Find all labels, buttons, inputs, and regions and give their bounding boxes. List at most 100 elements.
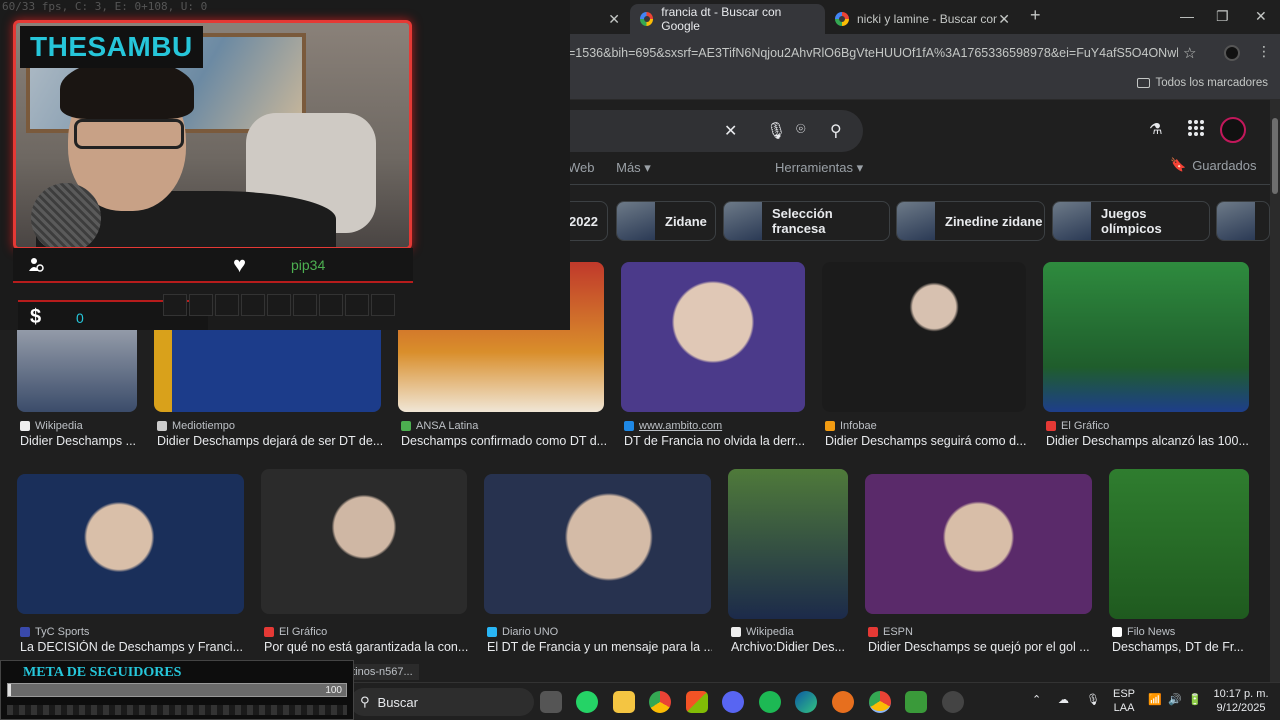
profile-icon[interactable] — [1224, 45, 1240, 61]
tray-chevron-icon[interactable]: ⌃ — [1032, 693, 1041, 707]
result-image[interactable] — [728, 469, 848, 619]
result-caption[interactable]: Por qué no está garantizada la con... — [264, 640, 469, 654]
source-label: Filo News — [1127, 626, 1176, 638]
result-image[interactable] — [1109, 469, 1249, 619]
result-image[interactable] — [865, 474, 1092, 614]
result-source[interactable]: Wikipedia — [20, 420, 83, 432]
streamer-hair — [60, 59, 194, 119]
bookmark-star-icon[interactable]: ☆ — [1183, 44, 1196, 62]
result-source[interactable]: ANSA Latina — [401, 420, 478, 432]
result-source[interactable]: Wikipedia — [731, 626, 794, 638]
el-grafico-icon — [264, 627, 274, 637]
search-box[interactable]: ✕ 🎙 ⌾ ⚲ — [560, 110, 863, 152]
result-caption[interactable]: Archivo:Didier Des... — [731, 640, 849, 654]
labs-icon[interactable]: ⚗ — [1149, 120, 1162, 138]
lens-icon[interactable]: ⌾ — [796, 121, 806, 139]
search-icon[interactable]: ⚲ — [830, 121, 842, 141]
result-source[interactable]: El Gráfico — [1046, 420, 1109, 432]
result-caption[interactable]: El DT de Francia y un mensaje para la ..… — [487, 640, 712, 654]
spotify-icon[interactable] — [759, 691, 781, 713]
close-window-button[interactable]: ✕ — [1255, 8, 1267, 25]
account-avatar[interactable] — [1220, 117, 1246, 143]
menu-icon[interactable]: ⋮ — [1257, 43, 1271, 60]
result-caption[interactable]: Didier Deschamps dejará de ser DT de... — [157, 434, 382, 448]
edge-icon[interactable] — [795, 691, 817, 713]
result-image[interactable] — [17, 474, 244, 614]
discord-icon[interactable] — [722, 691, 744, 713]
url-field[interactable]: =1536&bih=695&sxsrf=AE3TifN6Nqjou2AhvRlO… — [568, 46, 1178, 60]
store-icon[interactable] — [686, 691, 708, 713]
chip-more[interactable] — [1216, 201, 1270, 241]
chip-label: Zidane — [665, 213, 707, 229]
result-image[interactable] — [484, 474, 711, 614]
google-icon — [835, 12, 849, 26]
language-indicator[interactable]: ESP LAA — [1113, 687, 1135, 715]
file-explorer-icon[interactable] — [613, 691, 635, 713]
apps-grid-icon[interactable] — [1188, 120, 1204, 136]
microphone-icon[interactable]: 🎙 — [766, 121, 786, 141]
tab-nicki-lamine[interactable]: nicki y lamine - Buscar con Go ✕ — [825, 4, 1020, 34]
task-view-icon[interactable] — [540, 691, 562, 713]
tab-label: nicki y lamine - Buscar con Go — [857, 12, 997, 26]
result-image[interactable] — [261, 469, 467, 614]
onedrive-icon[interactable]: ☁ — [1058, 693, 1069, 707]
saved-button[interactable]: 🔖 Guardados — [1170, 157, 1257, 173]
result-caption[interactable]: La DECISIÓN de Deschamps y Franci... — [20, 640, 245, 654]
tab-francia-dt[interactable]: francia dt - Buscar con Google — [630, 4, 825, 34]
tab-close-previous[interactable]: ✕ — [580, 4, 630, 34]
chip-thumbnail — [724, 202, 762, 240]
filter-more[interactable]: Más ▾ — [616, 160, 651, 175]
chip-juegos-olimpicos[interactable]: Juegos olímpicos — [1052, 201, 1210, 241]
result-source[interactable]: TyC Sports — [20, 626, 89, 638]
clear-icon[interactable]: ✕ — [724, 121, 737, 141]
clock[interactable]: 10:17 p. m. 9/12/2025 — [1212, 687, 1270, 715]
result-source[interactable]: ESPN — [868, 626, 913, 638]
tools-button[interactable]: Herramientas ▾ — [775, 160, 863, 176]
whatsapp-icon[interactable] — [576, 691, 598, 713]
source-label: www.ambito.com — [639, 420, 723, 432]
result-source[interactable]: El Gráfico — [264, 626, 327, 638]
chip-thumbnail — [1053, 202, 1091, 240]
battery-icon[interactable]: 🔋 — [1188, 693, 1202, 707]
result-source[interactable]: Diario UNO — [487, 626, 558, 638]
minecraft-icon[interactable] — [905, 691, 927, 713]
result-image[interactable] — [1043, 262, 1249, 412]
page-scrollbar[interactable] — [1270, 100, 1280, 682]
wikipedia-icon — [731, 627, 741, 637]
microphone — [31, 183, 101, 247]
result-source[interactable]: Filo News — [1112, 626, 1175, 638]
result-caption[interactable]: Didier Deschamps se quejó por el gol ... — [868, 640, 1093, 654]
result-source[interactable]: Mediotiempo — [157, 420, 235, 432]
obs-icon[interactable] — [942, 691, 964, 713]
volume-icon[interactable]: 🔊 — [1168, 693, 1182, 707]
result-image[interactable] — [621, 262, 805, 412]
chrome-icon[interactable] — [649, 691, 671, 713]
result-source[interactable]: Infobae — [825, 420, 877, 432]
wifi-icon[interactable]: 📶 — [1148, 693, 1162, 707]
taskbar-search[interactable]: ⚲ Buscar — [350, 688, 534, 716]
filter-web[interactable]: Web — [568, 160, 595, 175]
result-caption[interactable]: Deschamps confirmado como DT d... — [401, 434, 606, 448]
new-tab-button[interactable]: + — [1030, 5, 1041, 26]
maximize-button[interactable]: ❐ — [1216, 8, 1229, 25]
result-source[interactable]: www.ambito.com — [624, 420, 722, 432]
chip-zinedine-zidane[interactable]: Zinedine zidane — [896, 201, 1045, 241]
all-bookmarks-button[interactable]: Todos los marcadores — [1136, 77, 1268, 89]
chip-zidane[interactable]: Zidane — [616, 201, 716, 241]
chip-seleccion-francesa[interactable]: Selección francesa — [723, 201, 890, 241]
result-caption[interactable]: Deschamps, DT de Fr... — [1112, 640, 1252, 654]
chrome-active-icon[interactable] — [869, 691, 891, 713]
result-image[interactable] — [822, 262, 1026, 412]
firefox-icon[interactable] — [832, 691, 854, 713]
microphone-icon[interactable]: 🎙 — [1086, 693, 1100, 707]
scrollbar-thumb[interactable] — [1272, 118, 1278, 194]
result-caption[interactable]: Didier Deschamps alcanzó las 100... — [1046, 434, 1252, 448]
minimize-button[interactable]: — — [1180, 8, 1194, 24]
close-icon[interactable]: ✕ — [608, 11, 620, 28]
result-caption[interactable]: DT de Francia no olvida la derr... — [624, 434, 806, 448]
search-filters: Web Más ▾ — [568, 160, 669, 176]
result-caption[interactable]: Didier Deschamps ... — [20, 434, 138, 448]
latest-follower: pip34 — [291, 257, 326, 273]
close-icon[interactable]: ✕ — [998, 11, 1010, 28]
result-caption[interactable]: Didier Deschamps seguirá como d... — [825, 434, 1027, 448]
